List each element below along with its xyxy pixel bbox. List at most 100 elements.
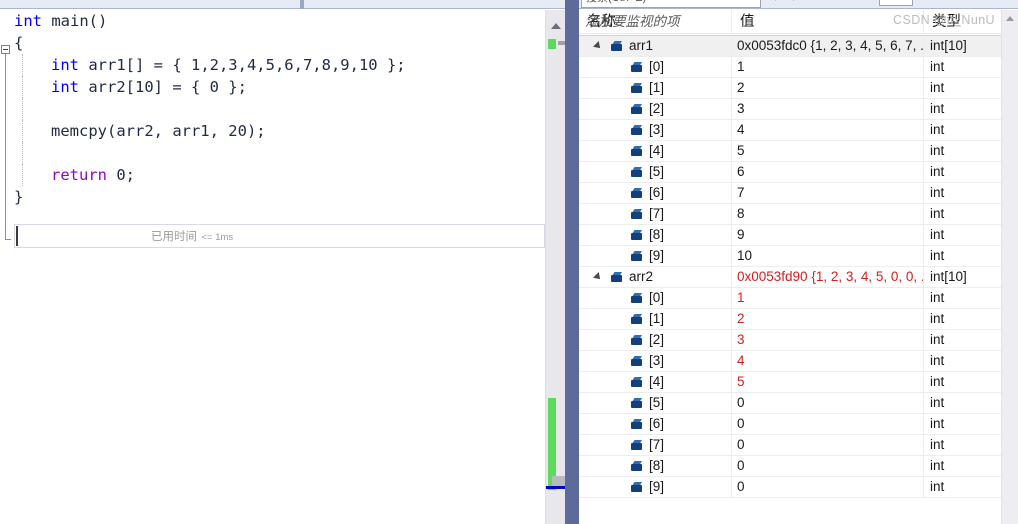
code-line[interactable]: int arr1[] = { 1,2,3,4,5,6,7,8,9,10 }; [0,54,545,76]
watch-row[interactable]: [0] 1 int [579,288,1001,309]
search-next-icon[interactable] [793,0,798,1]
watch-row[interactable]: [5] 0 int [579,393,1001,414]
code-token: arr1[] = { 1,2,3,4,5,6,7,8,9,10 }; [79,56,406,74]
watch-row-value[interactable]: 0x0053fdc0 {1, 2, 3, 4, 5, 6, 7, ... [731,36,923,56]
code-token: int [14,12,42,30]
watch-row-value[interactable]: 1 [731,57,923,77]
watch-row-type: int [930,164,945,179]
watch-row-value[interactable]: 2 [731,78,923,98]
scroll-marker-current-line [546,486,566,489]
search-depth-stepper[interactable]: 3 [879,0,913,6]
text-caret [16,226,18,246]
elapsed-time-label: 已用时间 [151,231,197,243]
variable-cube-icon [631,125,643,136]
code-token: return [51,166,107,184]
watch-row-value[interactable]: 5 [731,141,923,161]
code-line[interactable]: return 0; [0,164,545,186]
indent-guide [22,76,23,98]
code-line[interactable]: int arr2[10] = { 0 }; [0,76,545,98]
watch-row-type: int [930,374,945,389]
code-surface[interactable]: int main() {int arr1[] = { 1,2,3,4,5,6,7,… [0,10,545,524]
code-line[interactable]: memcpy(arr2, arr1, 20); [0,120,545,142]
pane-splitter[interactable] [565,0,579,524]
watch-row[interactable]: [6] 0 int [579,414,1001,435]
watch-row-type: int [930,437,945,452]
watch-row-value[interactable]: 0 [731,393,923,413]
variable-cube-icon [631,209,643,220]
watch-row-value[interactable]: 10 [731,246,923,266]
watch-row[interactable]: [7] 8 int [579,204,1001,225]
watch-row[interactable]: [0] 1 int [579,57,1001,78]
watch-row-value[interactable]: 4 [731,351,923,371]
watch-row[interactable]: [9] 0 int [579,477,1001,498]
watch-row-value[interactable]: 0 [731,414,923,434]
watch-row-value[interactable]: 0 [731,456,923,476]
watch-row[interactable]: arr1 0x0053fdc0 {1, 2, 3, 4, 5, 6, 7, ...… [579,36,1001,57]
expand-collapse-icon[interactable] [593,41,603,51]
watch-row-name: [8] [649,458,665,473]
watch-row-name: [2] [649,332,665,347]
variable-cube-icon [631,419,643,430]
watch-row-name: [6] [649,416,665,431]
watch-row-value[interactable]: 5 [731,372,923,392]
watch-row[interactable]: [4] 5 int [579,141,1001,162]
add-watch-row[interactable]: 添加要监视的项 CSDN @it_NunU [579,10,1001,34]
code-line[interactable] [0,98,545,120]
watch-row[interactable]: [2] 3 int [579,99,1001,120]
code-line[interactable]: { [0,32,545,54]
editor-vertical-scrollbar[interactable] [545,10,566,524]
watch-row[interactable]: [8] 0 int [579,456,1001,477]
watch-search-input[interactable]: 搜索(Ctrl+E) [581,0,761,8]
expand-collapse-icon[interactable] [593,272,603,282]
watch-row[interactable]: [3] 4 int [579,120,1001,141]
watch-row-name: [8] [649,227,665,242]
variable-cube-icon [631,62,643,73]
watch-row-type: int [930,185,945,200]
variable-cube-icon [631,461,643,472]
scroll-up-arrow-icon[interactable] [551,23,561,29]
watch-row[interactable]: [8] 9 int [579,225,1001,246]
watch-row-type: int [930,290,945,305]
watch-row-value[interactable]: 8 [731,204,923,224]
code-line[interactable]: } [0,186,545,208]
watch-row-name: [1] [649,80,665,95]
watch-row-value[interactable]: 1 [731,288,923,308]
source-code[interactable]: int main() {int arr1[] = { 1,2,3,4,5,6,7,… [0,10,545,208]
watch-row[interactable]: [9] 10 int [579,246,1001,267]
watch-row-name: [7] [649,437,665,452]
watch-row[interactable]: [4] 5 int [579,372,1001,393]
watch-row-value[interactable]: 7 [731,183,923,203]
watch-row-name: [1] [649,311,665,326]
scroll-up-arrow-icon[interactable] [1006,16,1014,21]
variable-cube-icon [631,314,643,325]
code-token: 0; [107,166,135,184]
watch-row[interactable]: [7] 0 int [579,435,1001,456]
watch-row-value[interactable]: 2 [731,309,923,329]
watch-row-type: int[10] [930,269,967,284]
watch-row-value[interactable]: 0 [731,477,923,497]
editor-tab-strip[interactable] [0,0,920,9]
watch-row-value[interactable]: 9 [731,225,923,245]
scroll-marker-saved [548,39,556,49]
watch-row-value[interactable]: 3 [731,330,923,350]
watch-row[interactable]: [5] 6 int [579,162,1001,183]
code-line[interactable] [0,142,545,164]
code-line[interactable]: int main() [0,10,545,32]
watch-row-value[interactable]: 3 [731,99,923,119]
watch-vertical-scrollbar[interactable] [1001,10,1018,524]
search-prev-icon[interactable] [771,0,776,1]
watch-row[interactable]: [6] 7 int [579,183,1001,204]
watch-row[interactable]: [1] 2 int [579,78,1001,99]
watch-row[interactable]: [2] 3 int [579,330,1001,351]
watch-row-value[interactable]: 0 [731,435,923,455]
watch-row[interactable]: [3] 4 int [579,351,1001,372]
variable-cube-icon [631,167,643,178]
watch-row-value[interactable]: 6 [731,162,923,182]
watch-row-type: int [930,395,945,410]
app-root: int main() {int arr1[] = { 1,2,3,4,5,6,7,… [0,0,1018,524]
watch-row-value[interactable]: 4 [731,120,923,140]
watch-row[interactable]: [1] 2 int [579,309,1001,330]
elapsed-time-tooltip: 已用时间 <= 1ms [151,227,233,245]
watch-row-value[interactable]: 0x0053fd90 {1, 2, 3, 4, 5, 0, 0, ... [731,267,923,287]
watch-row[interactable]: arr2 0x0053fd90 {1, 2, 3, 4, 5, 0, 0, ...… [579,267,1001,288]
